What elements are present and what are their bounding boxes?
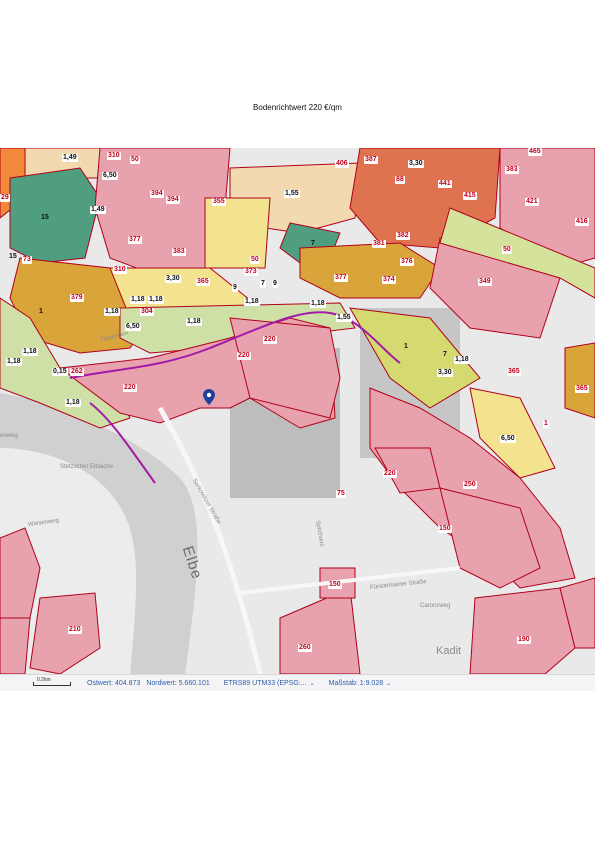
land-value-label: 50 xyxy=(502,246,512,254)
land-value-label: 220 xyxy=(263,336,277,344)
crs-select[interactable]: ETRS89 UTM33 (EPSG:... xyxy=(224,680,307,687)
street-label: enweg xyxy=(0,433,18,439)
land-value-label: 379 xyxy=(70,294,84,302)
land-value-label: 394 xyxy=(166,196,180,204)
land-value-label: 7 xyxy=(443,351,447,358)
land-value-label: 465 xyxy=(528,148,542,156)
land-value-label: 374 xyxy=(382,276,396,284)
land-value-label: 1,18 xyxy=(244,298,260,306)
land-value-label: 6,50 xyxy=(102,172,118,180)
land-value-label: 3,30 xyxy=(408,160,424,168)
land-value-label: 29 xyxy=(0,194,10,202)
land-value-label: 377 xyxy=(128,236,142,244)
land-value-label: 1,49 xyxy=(90,206,106,214)
land-value-label: 1 xyxy=(543,420,549,428)
zone-commercial xyxy=(564,342,595,419)
zone-residential xyxy=(0,617,31,674)
map-status-bar: 0.2km Ostwert: 404.873 Nordwert: 5.660.1… xyxy=(0,674,595,691)
scale-select[interactable]: Maßstab: 1:9.028 xyxy=(329,680,383,687)
north-coordinate: Nordwert: 5.660.101 xyxy=(146,679,210,687)
land-value-label: 355 xyxy=(212,198,226,206)
east-coordinate: Ostwert: 404.873 xyxy=(87,679,141,687)
land-value-label: 383 xyxy=(172,248,186,256)
land-value-label: 415 xyxy=(463,192,477,200)
land-value-label: 1,18 xyxy=(6,358,22,366)
page-title: Bodenrichtwert 220 €/qm xyxy=(253,103,342,112)
land-value-label: 150 xyxy=(438,525,452,533)
land-value-label: 1,18 xyxy=(65,399,81,407)
land-value-label: 1,18 xyxy=(22,348,38,356)
map-canvas[interactable] xyxy=(0,148,595,674)
land-value-label: 1 xyxy=(39,308,43,315)
land-value-label: 1,18 xyxy=(310,300,326,308)
land-value-label: 6,50 xyxy=(500,435,516,443)
land-value-label: 3,30 xyxy=(165,275,181,283)
land-value-label: 383 xyxy=(505,166,519,174)
land-value-label: 9 xyxy=(232,284,238,292)
street-label: Caronsweg xyxy=(420,603,451,609)
zone-green xyxy=(9,167,101,264)
land-value-label: 190 xyxy=(517,636,531,644)
land-value-label: 1,18 xyxy=(130,296,146,304)
scale-bar: 0.2km xyxy=(33,677,71,687)
land-value-label: 1 xyxy=(404,343,408,350)
zone-mixed xyxy=(204,197,271,269)
land-value-label: 0,15 xyxy=(52,368,68,376)
land-value-label: 250 xyxy=(463,481,477,489)
land-value-map[interactable]: 1,49 310 50 6,50 394 394 355 1,55 406 38… xyxy=(0,148,595,674)
land-value-label: 377 xyxy=(334,274,348,282)
land-value-label: 365 xyxy=(196,278,210,286)
land-value-label: 349 xyxy=(478,278,492,286)
location-pin-icon[interactable] xyxy=(203,389,215,405)
land-value-label: 262 xyxy=(70,368,84,376)
land-value-label: 220 xyxy=(237,352,251,360)
land-value-label: 50 xyxy=(250,256,260,264)
land-value-label: 7 xyxy=(311,240,315,247)
land-value-label: 150 xyxy=(328,581,342,589)
land-value-label: 382 xyxy=(396,232,410,240)
land-value-label: 421 xyxy=(525,198,539,206)
land-value-label: 210 xyxy=(68,626,82,634)
scale-bar-label: 0.2km xyxy=(37,677,51,683)
land-value-label: 416 xyxy=(575,218,589,226)
land-value-label: 381 xyxy=(372,240,386,248)
land-value-label: 1,18 xyxy=(148,296,164,304)
land-value-label: 1,55 xyxy=(284,190,300,198)
land-value-label: 73 xyxy=(22,256,32,264)
land-value-label: 220 xyxy=(383,470,397,478)
chevron-down-icon[interactable]: ⌄ xyxy=(310,680,315,687)
place-label: Kadit xyxy=(436,645,462,657)
zone-residential xyxy=(469,587,576,674)
land-value-label: 1,18 xyxy=(186,318,202,326)
land-value-label: 260 xyxy=(298,644,312,652)
land-value-label: 75 xyxy=(336,490,346,498)
land-value-label: 15 xyxy=(41,214,49,221)
land-value-label: 1,55 xyxy=(336,314,352,322)
land-value-label: 50 xyxy=(130,156,140,164)
land-value-label: 310 xyxy=(107,152,121,160)
land-value-label: 7 xyxy=(260,280,266,288)
land-value-label: 365 xyxy=(507,368,521,376)
land-value-label: 441 xyxy=(438,180,452,188)
land-value-label: 1,18 xyxy=(454,356,470,364)
land-value-label: 365 xyxy=(575,385,589,393)
land-value-label: 376 xyxy=(400,258,414,266)
land-value-label: 88 xyxy=(395,176,405,184)
land-value-label: 9 xyxy=(272,280,278,288)
land-value-label: 373 xyxy=(244,268,258,276)
land-value-label: 220 xyxy=(123,384,137,392)
land-value-label: 406 xyxy=(335,160,349,168)
chevron-down-icon[interactable]: ⌄ xyxy=(386,680,391,687)
land-value-label: 310 xyxy=(113,266,127,274)
street-label: Stetzscher Elbiache xyxy=(60,464,114,470)
land-value-label: 1,49 xyxy=(62,154,78,162)
land-value-label: 3,30 xyxy=(437,369,453,377)
land-value-label: 304 xyxy=(140,308,154,316)
land-value-label: 15 xyxy=(9,253,17,260)
land-value-label: 1,18 xyxy=(104,308,120,316)
land-value-label: 394 xyxy=(150,190,164,198)
land-value-label: 387 xyxy=(364,156,378,164)
